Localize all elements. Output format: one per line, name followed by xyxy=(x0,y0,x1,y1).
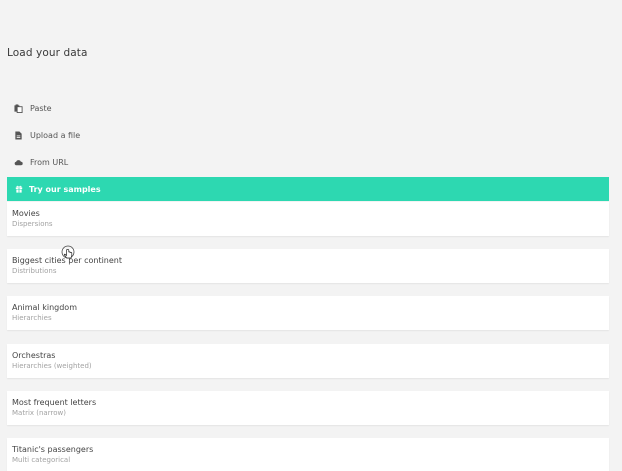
sample-name: Biggest cities per continent xyxy=(12,256,123,265)
try-samples-label: Try our samples xyxy=(29,184,101,194)
sample-titanic[interactable]: Titanic's passengers Multi categorical xyxy=(7,438,609,471)
sample-name: Animal kingdom xyxy=(12,303,77,312)
sample-kind: Hierarchies xyxy=(12,314,52,322)
sample-kind: Multi categorical xyxy=(12,456,71,464)
upload-file-label: Upload a file xyxy=(30,130,81,140)
sample-name: Titanic's passengers xyxy=(12,445,94,454)
try-samples-header[interactable]: Try our samples xyxy=(7,177,609,201)
paste-icon xyxy=(14,103,23,113)
from-url-label: From URL xyxy=(30,157,69,167)
page-title: Load your data xyxy=(7,47,88,59)
sample-kind: Distributions xyxy=(12,267,57,275)
upload-file-option[interactable]: Upload a file xyxy=(14,127,80,143)
sample-name: Orchestras xyxy=(12,351,56,360)
sample-kind: Matrix (narrow) xyxy=(12,409,66,417)
cloud-icon xyxy=(14,159,23,165)
sample-orchestras[interactable]: Orchestras Hierarchies (weighted) xyxy=(7,344,609,378)
sample-kind: Dispersions xyxy=(12,220,53,228)
sample-frequent-letters[interactable]: Most frequent letters Matrix (narrow) xyxy=(7,391,609,425)
sample-biggest-cities[interactable]: Biggest cities per continent Distributio… xyxy=(7,249,609,283)
sample-name: Movies xyxy=(12,209,40,218)
sample-animal-kingdom[interactable]: Animal kingdom Hierarchies xyxy=(7,296,609,330)
paste-label: Paste xyxy=(30,103,52,113)
sample-movies[interactable]: Movies Dispersions xyxy=(7,202,609,236)
file-icon xyxy=(15,130,22,140)
from-url-option[interactable]: From URL xyxy=(14,154,68,170)
load-data-page: Load your data Paste Upload a file From … xyxy=(0,0,622,471)
sample-kind: Hierarchies (weighted) xyxy=(12,362,92,370)
paste-option[interactable]: Paste xyxy=(14,100,52,116)
gift-icon xyxy=(15,185,23,193)
sample-name: Most frequent letters xyxy=(12,398,97,407)
